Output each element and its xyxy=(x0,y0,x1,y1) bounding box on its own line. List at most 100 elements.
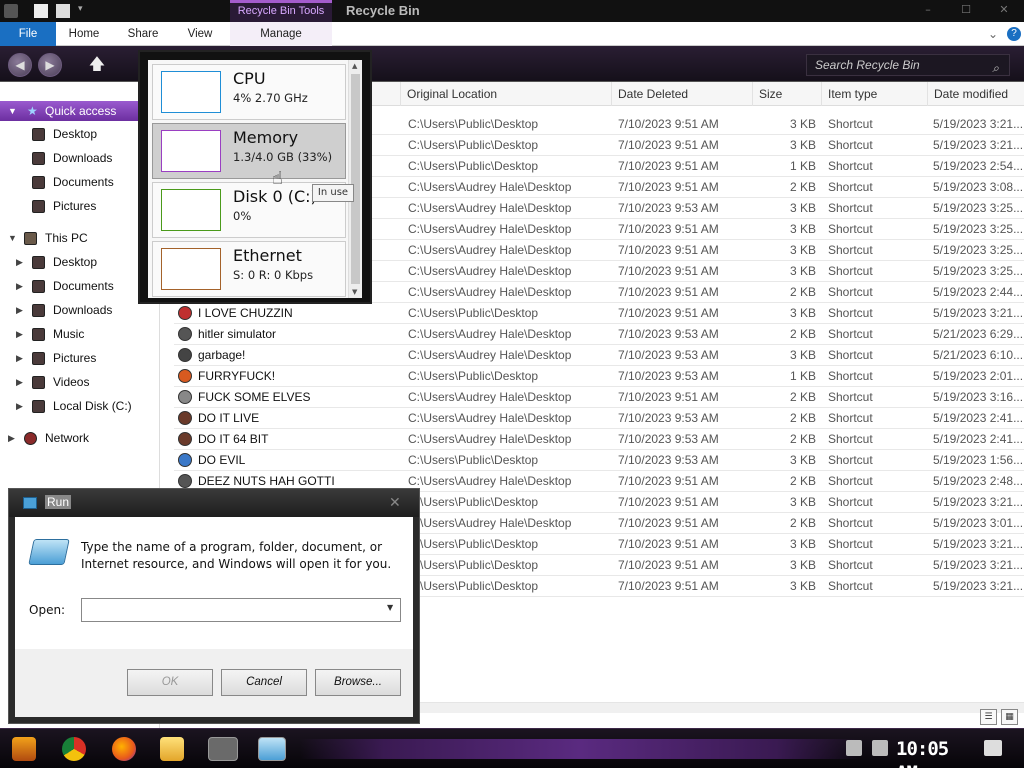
search-icon[interactable]: ⌕ xyxy=(992,58,999,78)
table-row[interactable]: I LOVE CHUZZIN C:\Users\Public\Desktop 7/1… xyxy=(174,303,1024,324)
perf-card-memory[interactable]: Memory 1.3/4.0 GB (33%) xyxy=(152,123,346,179)
table-row[interactable]: DO IT LIVE C:\Users\Audrey Hale\Desktop 7/… xyxy=(174,408,1024,429)
search-input[interactable]: Search Recycle Bin ⌕ xyxy=(806,54,1010,76)
up-button[interactable]: 🡅 xyxy=(88,54,106,74)
shortcut-icon xyxy=(178,474,192,488)
dropdown-arrow-icon[interactable]: ▼ xyxy=(387,603,393,612)
perf-card-cpu[interactable]: CPU 4% 2.70 GHz xyxy=(152,64,346,120)
new-folder-icon[interactable] xyxy=(56,4,70,18)
column-original-location[interactable]: Original Location xyxy=(400,82,610,106)
original-location: C:\Users\Public\Desktop xyxy=(408,537,539,551)
forward-button[interactable]: ▶ xyxy=(38,53,62,77)
sidebar-label: Downloads xyxy=(53,303,113,317)
table-row[interactable]: DO IT 64 BIT C:\Users\Audrey Hale\Desktop… xyxy=(174,429,1024,450)
sidebar-label: Pictures xyxy=(53,199,97,213)
date-modified: 5/19/2023 2:48... xyxy=(933,474,1024,488)
scroll-up-icon[interactable]: ▲ xyxy=(352,62,357,70)
collapsed-arrow-icon[interactable]: ▶ xyxy=(16,372,23,392)
column-size[interactable]: Size xyxy=(752,82,820,106)
file-name-text: DO IT 64 BIT xyxy=(198,432,269,446)
volume-icon[interactable] xyxy=(872,740,888,756)
network-icon xyxy=(24,432,37,445)
date-deleted: 7/10/2023 9:51 AM xyxy=(618,537,719,551)
date-modified: 5/19/2023 3:21... xyxy=(933,138,1024,152)
item-type: Shortcut xyxy=(828,516,873,530)
collapsed-arrow-icon[interactable]: ▶ xyxy=(16,300,23,320)
expanded-arrow-icon[interactable]: ▼ xyxy=(8,101,17,121)
column-item-type[interactable]: Item type xyxy=(821,82,927,106)
customize-qat-icon[interactable]: ▾ xyxy=(78,4,92,18)
details-view-button[interactable]: ☰ xyxy=(980,709,997,725)
browse-button[interactable]: Browse... xyxy=(315,669,401,696)
minimize-button[interactable]: – xyxy=(920,4,936,16)
date-deleted: 7/10/2023 9:51 AM xyxy=(618,159,719,173)
collapsed-arrow-icon[interactable]: ▶ xyxy=(16,324,23,344)
tab-home[interactable]: Home xyxy=(62,22,106,46)
chrome-icon[interactable] xyxy=(62,737,86,761)
back-button[interactable]: ◀ xyxy=(8,53,32,77)
file-size: 3 KB xyxy=(789,579,816,593)
open-input[interactable] xyxy=(81,598,401,622)
run-body: Type the name of a program, folder, docu… xyxy=(15,517,413,717)
recycle-bin-tools-tab: Recycle Bin Tools xyxy=(230,0,332,22)
original-location: C:\Users\Public\Desktop xyxy=(408,579,539,593)
tab-view[interactable]: View xyxy=(180,22,220,46)
scroll-down-icon[interactable]: ▼ xyxy=(352,288,357,296)
table-row[interactable]: hitler simulator C:\Users\Audrey Hale\Des… xyxy=(174,324,1024,345)
file-name: FURRYFUCK! xyxy=(178,366,394,387)
explorer-icon[interactable] xyxy=(4,4,18,18)
help-icon[interactable]: ? xyxy=(1007,27,1021,41)
close-button[interactable]: ✕ xyxy=(996,4,1012,16)
maximize-button[interactable]: ☐ xyxy=(958,4,974,16)
table-row[interactable]: garbage! C:\Users\Audrey Hale\Desktop 7/10… xyxy=(174,345,1024,366)
sidebar-label: Documents xyxy=(53,175,114,189)
column-date-modified[interactable]: Date modified xyxy=(927,82,1024,106)
clock[interactable]: 10:05 AM xyxy=(896,737,968,768)
tab-file[interactable]: File xyxy=(0,22,56,46)
original-location: C:\Users\Audrey Hale\Desktop xyxy=(408,201,572,215)
file-size: 2 KB xyxy=(789,411,816,425)
date-modified: 5/19/2023 3:21... xyxy=(933,117,1024,131)
perf-card-ethernet[interactable]: Ethernet S: 0 R: 0 Kbps xyxy=(152,241,346,297)
item-type: Shortcut xyxy=(828,243,873,257)
table-row[interactable]: FUCK SOME ELVES C:\Users\Audrey Hale\Desk… xyxy=(174,387,1024,408)
network-tray-icon[interactable] xyxy=(846,740,862,756)
collapsed-arrow-icon[interactable]: ▶ xyxy=(16,252,23,272)
column-date-deleted[interactable]: Date Deleted xyxy=(611,82,751,106)
ok-button[interactable]: OK xyxy=(127,669,213,696)
task-manager-flyout: CPU 4% 2.70 GHz Memory 1.3/4.0 GB (33%) Disk… xyxy=(138,50,372,304)
original-location: C:\Users\Audrey Hale\Desktop xyxy=(408,348,572,362)
close-icon[interactable]: ✕ xyxy=(389,495,401,511)
tab-share[interactable]: Share xyxy=(120,22,166,46)
table-row[interactable]: FURRYFUCK! C:\Users\Public\Desktop 7/10/20… xyxy=(174,366,1024,387)
date-modified: 5/19/2023 3:21... xyxy=(933,306,1024,320)
ribbon-collapse-icon[interactable]: ⌄ xyxy=(988,27,998,41)
item-type: Shortcut xyxy=(828,327,873,341)
cancel-button[interactable]: Cancel xyxy=(221,669,307,696)
collapsed-arrow-icon[interactable]: ▶ xyxy=(16,396,23,416)
task-manager-icon[interactable] xyxy=(208,737,238,761)
item-type: Shortcut xyxy=(828,411,873,425)
properties-icon[interactable] xyxy=(34,4,48,18)
date-deleted: 7/10/2023 9:51 AM xyxy=(618,558,719,572)
downloads-icon xyxy=(32,304,45,317)
tab-manage[interactable]: Manage xyxy=(230,22,332,46)
collapsed-arrow-icon[interactable]: ▶ xyxy=(8,428,15,448)
run-dialog-icon[interactable] xyxy=(258,737,286,761)
expanded-arrow-icon[interactable]: ▼ xyxy=(8,228,17,248)
firefox-icon[interactable] xyxy=(112,737,136,761)
collapsed-arrow-icon[interactable]: ▶ xyxy=(16,348,23,368)
item-type: Shortcut xyxy=(828,201,873,215)
sidebar-item-quick-access[interactable]: ▼ ★ Quick access xyxy=(0,101,160,121)
collapsed-arrow-icon[interactable]: ▶ xyxy=(16,276,23,296)
original-location: C:\Users\Audrey Hale\Desktop xyxy=(408,327,572,341)
notification-icon[interactable] xyxy=(984,740,1002,756)
original-location: C:\Users\Audrey Hale\Desktop xyxy=(408,243,572,257)
table-row[interactable]: DO EVIL C:\Users\Public\Desktop 7/10/2023 … xyxy=(174,450,1024,471)
large-icons-view-button[interactable]: ▦ xyxy=(1001,709,1018,725)
file-explorer-icon[interactable] xyxy=(160,737,184,761)
scroll-thumb[interactable] xyxy=(351,74,360,284)
start-button-icon[interactable] xyxy=(12,737,36,761)
flyout-scrollbar[interactable]: ▲ ▼ xyxy=(348,60,362,298)
pictures-icon xyxy=(32,200,45,213)
